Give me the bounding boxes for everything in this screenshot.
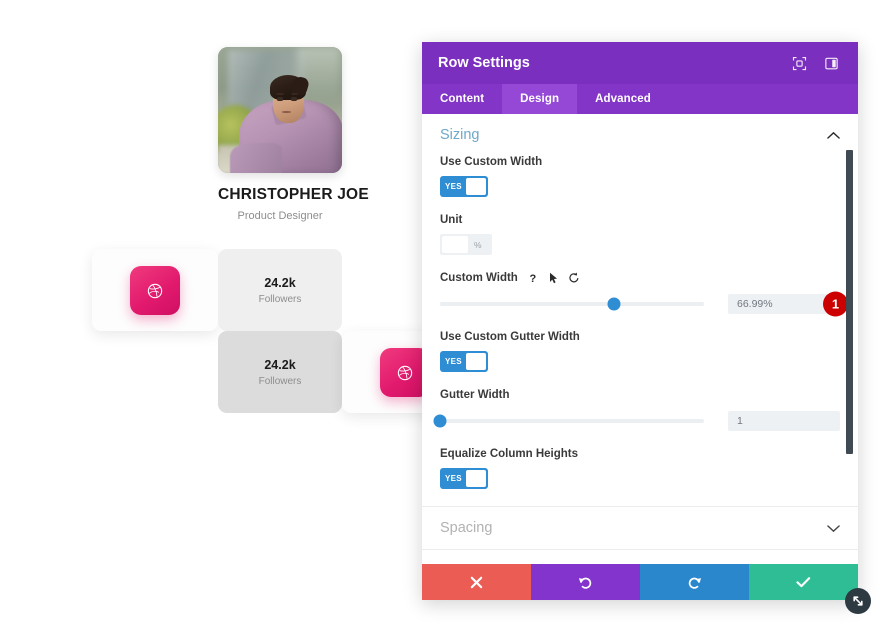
- toggle-use-custom-gutter-width[interactable]: YES: [440, 351, 488, 372]
- page-preview-canvas: CHRISTOPHER JOE Product Designer 24.2k F…: [0, 0, 440, 631]
- slider-track-gutter-width[interactable]: [433, 414, 704, 428]
- label-custom-width: Custom Width: [440, 272, 518, 284]
- field-gutter-width: Gutter Width: [422, 389, 858, 401]
- panel-body: Sizing Use Custom Width YES Unit % Custo…: [422, 114, 858, 564]
- row-settings-panel: Row Settings Content Design Advanced Siz…: [422, 42, 858, 600]
- stat-label: Followers: [258, 375, 302, 387]
- section-header-border[interactable]: Border: [422, 549, 858, 564]
- panel-header: Row Settings: [422, 42, 858, 84]
- label-use-custom-width: Use Custom Width: [440, 156, 543, 168]
- panel-action-bar: [422, 564, 858, 600]
- toggle-equalize-column-heights[interactable]: YES: [440, 468, 488, 489]
- tab-content[interactable]: Content: [422, 84, 502, 114]
- toggle-knob: [465, 470, 486, 487]
- preview-icon-card-1: [92, 249, 218, 331]
- section-header-sizing[interactable]: Sizing: [422, 114, 858, 156]
- save-button[interactable]: [749, 564, 858, 600]
- toggle-knob: [465, 353, 486, 370]
- dribbble-icon: [147, 283, 163, 298]
- photo-arm: [230, 142, 283, 173]
- slider-row-custom-width: 66.99% 1: [422, 291, 858, 317]
- profile-role: Product Designer: [237, 210, 323, 222]
- checkmark-icon: [796, 576, 811, 587]
- photo-mouth: [282, 110, 292, 113]
- field-custom-width: Custom Width ?: [422, 272, 858, 284]
- profile-name: CHRISTOPHER JOE: [218, 186, 369, 203]
- stat-label: Followers: [258, 293, 302, 305]
- preview-stat-card-2: 24.2k Followers: [218, 331, 342, 413]
- toggle-knob: [465, 178, 486, 195]
- toggle-label: YES: [445, 357, 462, 366]
- svg-text:?: ?: [529, 273, 536, 284]
- slider-handle-gutter-width[interactable]: [433, 414, 447, 428]
- redo-icon: [688, 577, 702, 589]
- photo-eye-left: [276, 97, 284, 101]
- help-icon[interactable]: ?: [529, 272, 539, 284]
- undo-button[interactable]: [531, 564, 640, 600]
- stat-value: 24.2k: [264, 357, 296, 372]
- field-unit: Unit %: [422, 214, 858, 255]
- photo-eyebrow-left: [276, 92, 284, 95]
- panel-scrollbar[interactable]: [846, 150, 853, 454]
- toggle-label: YES: [445, 182, 462, 191]
- label-gutter-width: Gutter Width: [440, 389, 510, 401]
- profile-block: CHRISTOPHER JOE Product Designer: [218, 47, 369, 222]
- section-title-sizing: Sizing: [440, 127, 480, 143]
- label-custom-width-row: Custom Width ?: [440, 272, 840, 284]
- section-header-spacing[interactable]: Spacing: [422, 506, 858, 549]
- resize-diagonal-icon: [853, 596, 863, 606]
- photo-eye-right: [291, 97, 298, 101]
- section-title-spacing: Spacing: [440, 520, 493, 536]
- field-equalize-column-heights: Equalize Column Heights YES: [422, 448, 858, 489]
- unit-knob: [442, 236, 468, 253]
- toggle-label: YES: [445, 474, 462, 483]
- redo-button[interactable]: [640, 564, 749, 600]
- label-use-custom-gutter-width: Use Custom Gutter Width: [440, 331, 580, 343]
- chevron-up-icon: [827, 129, 840, 142]
- field-use-custom-gutter-width: Use Custom Gutter Width YES: [422, 331, 858, 372]
- photo-eyebrow-right: [290, 92, 298, 95]
- dribbble-tile-1[interactable]: [130, 266, 180, 315]
- slider-row-gutter-width: 1: [422, 411, 858, 431]
- field-use-custom-width: Use Custom Width YES: [422, 156, 858, 197]
- slider-handle-custom-width[interactable]: [607, 297, 621, 311]
- cancel-button[interactable]: [422, 564, 531, 600]
- tab-advanced[interactable]: Advanced: [577, 84, 669, 114]
- step-badge-1: 1: [823, 291, 848, 317]
- dribbble-icon: [397, 365, 413, 380]
- undo-icon: [578, 577, 592, 589]
- label-unit: Unit: [440, 214, 463, 226]
- chevron-down-icon: [827, 522, 840, 535]
- preview-stat-card-1: 24.2k Followers: [218, 249, 342, 331]
- panel-title: Row Settings: [438, 55, 530, 71]
- custom-width-label-icons: ?: [529, 272, 580, 284]
- panel-layout-icon[interactable]: [820, 52, 842, 74]
- reset-icon[interactable]: [568, 272, 580, 284]
- section-title-border: Border: [440, 563, 484, 564]
- slider-track-custom-width[interactable]: [440, 297, 704, 311]
- input-gutter-width[interactable]: 1: [728, 411, 840, 431]
- fullscreen-icon[interactable]: [788, 52, 810, 74]
- stat-value: 24.2k: [264, 275, 296, 290]
- unit-value: %: [474, 239, 482, 250]
- cursor-icon[interactable]: [549, 272, 558, 284]
- panel-tabs: Content Design Advanced: [422, 84, 858, 114]
- unit-selector[interactable]: %: [440, 234, 492, 255]
- label-equalize-column-heights: Equalize Column Heights: [440, 448, 579, 460]
- panel-resize-handle[interactable]: [845, 588, 871, 614]
- close-icon: [470, 576, 483, 588]
- profile-photo: [218, 47, 342, 173]
- toggle-use-custom-width[interactable]: YES: [440, 176, 488, 197]
- tab-design[interactable]: Design: [502, 84, 578, 114]
